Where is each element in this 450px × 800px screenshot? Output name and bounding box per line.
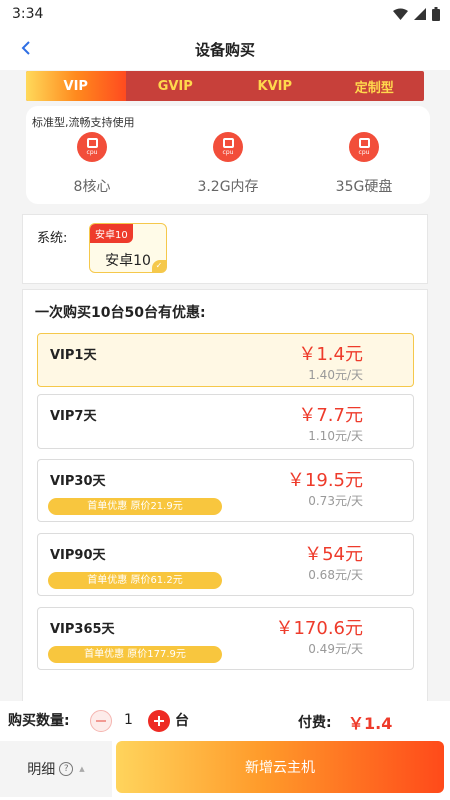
- plan-price: ￥19.5元: [286, 470, 363, 491]
- quantity-value: 1: [124, 712, 133, 728]
- chevron-left-icon: [21, 41, 30, 55]
- plans-card: 一次购买10台50台有优惠: VIP1天 ￥1.4元 1.40元/天 VIP7天…: [22, 289, 428, 709]
- plan-price: ￥1.4元: [298, 344, 363, 365]
- battery-icon: [432, 7, 440, 21]
- tab-gvip[interactable]: GVIP: [126, 71, 226, 101]
- help-icon: ?: [59, 762, 74, 776]
- plan-daily-price: 0.49元/天: [308, 642, 363, 656]
- payment-label: 付费:: [298, 715, 332, 731]
- quantity-unit: 台: [175, 713, 189, 729]
- system-card: 系统: 安卓10 安卓10 ✓: [22, 214, 428, 284]
- details-label: 明细: [27, 762, 56, 778]
- spec-item-cores: cpu 8核心: [42, 132, 142, 196]
- os-option-android10[interactable]: 安卓10 安卓10 ✓: [89, 223, 167, 273]
- plan-vip-30day[interactable]: VIP30天 ￥19.5元 0.73元/天 首单优惠 原价21.9元: [37, 459, 414, 522]
- back-button[interactable]: [14, 36, 38, 60]
- plan-name: VIP90天: [50, 548, 106, 563]
- minus-icon: [96, 720, 106, 722]
- cpu-icon: cpu: [213, 132, 243, 162]
- plan-daily-price: 1.10元/天: [308, 429, 363, 443]
- plan-price: ￥7.7元: [298, 405, 363, 426]
- signal-icon: [414, 8, 426, 20]
- status-bar: 3:34: [0, 0, 450, 28]
- plan-price: ￥170.6元: [275, 618, 363, 639]
- plan-vip-365day[interactable]: VIP365天 ￥170.6元 0.49元/天 首单优惠 原价177.9元: [37, 607, 414, 670]
- status-time: 3:34: [12, 6, 44, 22]
- details-button[interactable]: 明细 ? ▲: [0, 741, 112, 797]
- plan-vip-1day[interactable]: VIP1天 ￥1.4元 1.40元/天: [37, 333, 414, 387]
- create-cloud-host-button[interactable]: 新增云主机: [116, 741, 444, 793]
- plus-icon: [154, 716, 164, 726]
- check-icon: ✓: [152, 260, 166, 272]
- plan-daily-price: 0.73元/天: [308, 494, 363, 508]
- cpu-icon: cpu: [77, 132, 107, 162]
- plan-vip-7day[interactable]: VIP7天 ￥7.7元 1.10元/天: [37, 394, 414, 449]
- plan-daily-price: 1.40元/天: [308, 368, 363, 382]
- discount-badge: 首单优惠 原价177.9元: [48, 646, 222, 663]
- spec-item-disk: cpu 35G硬盘: [314, 132, 414, 196]
- tab-custom[interactable]: 定制型: [325, 71, 425, 101]
- plans-title: 一次购买10台50台有优惠:: [35, 305, 206, 321]
- wifi-icon: [393, 8, 408, 20]
- plan-daily-price: 0.68元/天: [308, 568, 363, 582]
- spec-card: 标准型,流畅支持使用 cpu 8核心 cpu 3.2G内存 cpu 35G硬盘: [26, 106, 430, 204]
- bottom-bar: 购买数量: 1 台 付费: ￥1.4 明细 ? ▲ 新增云主机: [0, 701, 450, 800]
- nav-bar: 设备购买: [0, 28, 450, 70]
- plan-type-tabs: VIP GVIP KVIP 定制型: [26, 71, 424, 101]
- plan-name: VIP7天: [50, 409, 97, 424]
- spec-note: 标准型,流畅支持使用: [32, 116, 135, 129]
- quantity-label: 购买数量:: [8, 713, 70, 729]
- spec-label: 8核心: [73, 179, 111, 195]
- caret-up-icon: ▲: [79, 765, 85, 773]
- discount-badge: 首单优惠 原价21.9元: [48, 498, 222, 515]
- plan-name: VIP1天: [50, 348, 97, 363]
- system-label: 系统:: [37, 231, 68, 246]
- page-title: 设备购买: [194, 40, 255, 59]
- status-icons: [393, 7, 440, 21]
- spec-label: 3.2G内存: [197, 179, 259, 195]
- decrease-quantity-button[interactable]: [90, 710, 112, 732]
- plan-name: VIP30天: [50, 474, 106, 489]
- plan-price: ￥54元: [304, 544, 363, 565]
- tab-kvip[interactable]: KVIP: [225, 71, 325, 101]
- discount-badge: 首单优惠 原价61.2元: [48, 572, 222, 589]
- tab-vip[interactable]: VIP: [26, 71, 126, 101]
- spec-label: 35G硬盘: [335, 179, 393, 195]
- payment-amount: ￥1.4: [348, 714, 393, 733]
- cpu-icon: cpu: [349, 132, 379, 162]
- spec-item-memory: cpu 3.2G内存: [178, 132, 278, 196]
- os-tag: 安卓10: [90, 224, 133, 243]
- plan-vip-90day[interactable]: VIP90天 ￥54元 0.68元/天 首单优惠 原价61.2元: [37, 533, 414, 596]
- plan-name: VIP365天: [50, 622, 115, 637]
- increase-quantity-button[interactable]: [148, 710, 170, 732]
